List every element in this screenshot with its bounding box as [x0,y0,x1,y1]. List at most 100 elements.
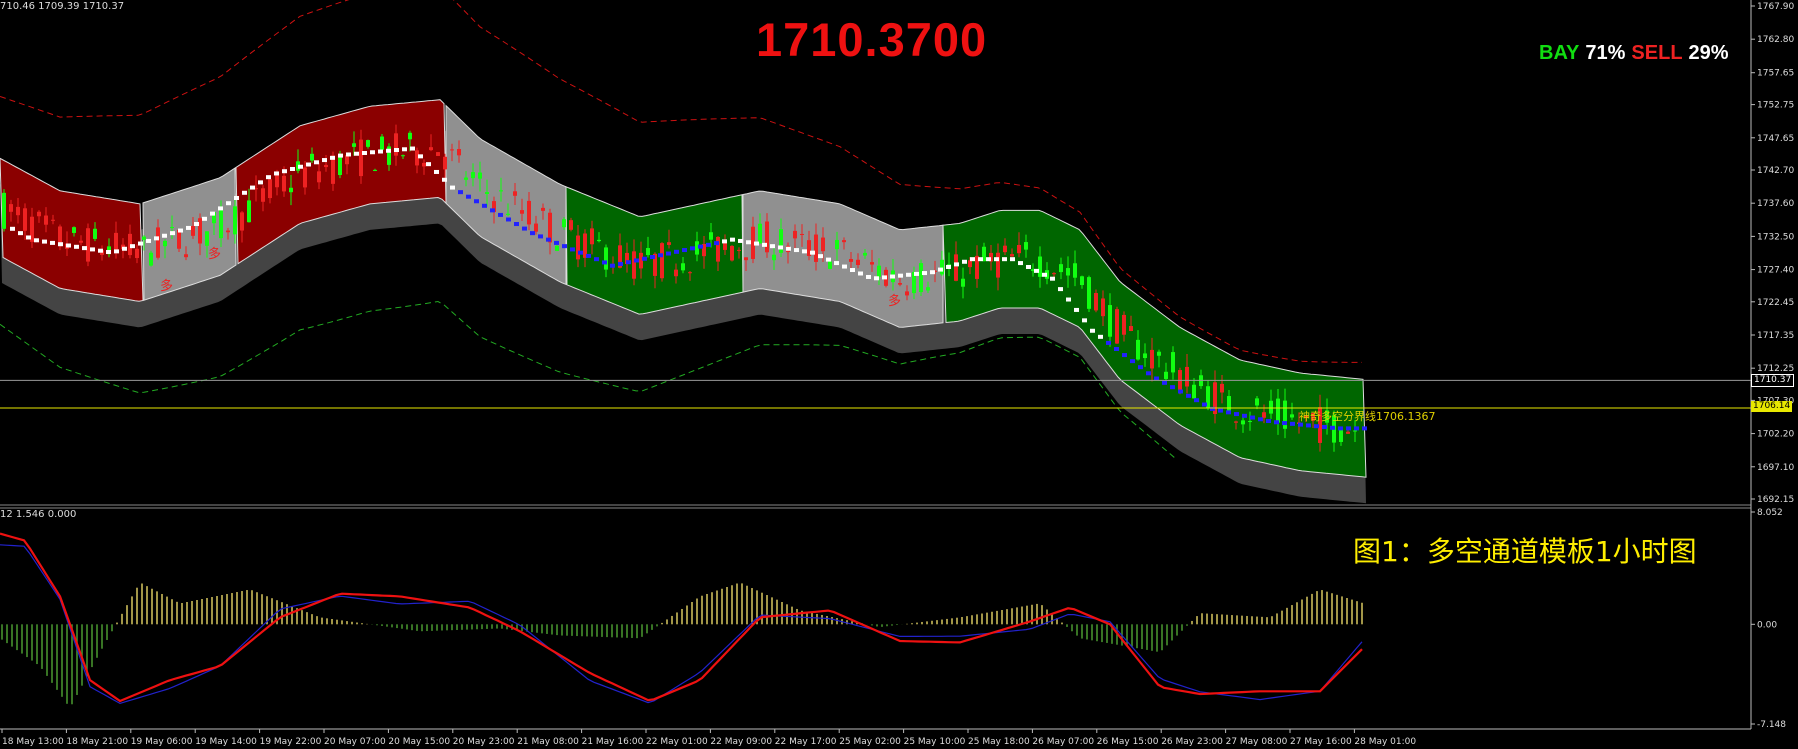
candle-body [366,140,370,147]
trend-dot [138,241,143,246]
trend-dot [906,272,911,277]
trend-dot [586,253,591,258]
candle-body [744,257,748,261]
candle-body [1052,273,1056,275]
trend-dot [722,239,727,244]
trend-dot [986,257,991,262]
trend-dot [1154,376,1159,381]
trend-dot [1362,426,1367,431]
trend-dot [338,153,343,158]
candle-body [856,259,860,266]
trend-dot [178,228,183,233]
time-tick-label: 20 May 15:00 [388,737,450,747]
candle-body [590,228,594,245]
candle-body [765,221,769,253]
trend-dot [770,244,775,249]
candle-body [303,167,307,188]
indicator-tick-label: 8.052 [1757,508,1783,518]
candle-body [1108,305,1112,337]
candle-body [2,192,6,229]
candle-body [562,219,566,228]
candle-body [114,232,118,251]
trend-dot [314,160,319,165]
candle-body [737,249,741,251]
candle-body [247,200,251,223]
candle-body [1234,421,1238,423]
candle-body [142,236,146,240]
price-tick-label: 1737.60 [1757,199,1794,209]
trend-dot [378,149,383,154]
time-tick-label: 18 May 13:00 [2,737,64,747]
candle-body [674,269,678,277]
trend-dot [794,248,799,253]
time-tick-label: 21 May 16:00 [582,737,644,747]
trend-dot [882,275,887,280]
trend-dot [482,203,487,208]
trend-dot [194,222,199,227]
price-tick-label: 1757.65 [1757,69,1794,79]
trend-dot [66,243,71,248]
trend-dot [258,180,263,185]
candle-body [1003,245,1007,253]
time-tick-label: 27 May 16:00 [1290,737,1352,747]
candle-body [1059,264,1063,273]
trend-dot [546,237,551,242]
trend-dot [1162,380,1167,385]
candle-body [555,245,559,251]
time-tick-label: 25 May 02:00 [839,737,901,747]
trend-dot [530,231,535,236]
trend-dot [1018,261,1023,266]
candle-body [1171,352,1175,373]
trend-dot [418,154,423,159]
candle-body [464,177,468,180]
long-signal-marker: 多 [160,278,173,294]
trading-chart[interactable]: 多多多 1767.901762.801757.651752.751747.651… [0,0,1798,749]
trend-dot [650,255,655,260]
candle-body [793,230,797,239]
trend-dot [1202,402,1207,407]
trend-dot [698,244,703,249]
trend-dot [274,171,279,176]
candle-body [1269,400,1273,414]
candle-body [1087,277,1091,309]
trend-dot [1098,334,1103,339]
trend-dot [186,225,191,230]
trend-dot [210,211,215,216]
candle-body [961,278,965,287]
trend-dot [514,222,519,227]
price-tick-label: 1717.35 [1757,331,1794,341]
time-tick-label: 27 May 08:00 [1226,737,1288,747]
price-tick-label: 1752.75 [1757,101,1794,111]
candle-body [9,204,13,212]
candle-body [730,245,734,261]
trend-dot [1186,393,1191,398]
trend-dot [250,185,255,190]
price-tick-label: 1727.40 [1757,266,1794,276]
trend-dot [1306,423,1311,428]
trend-dot [1170,385,1175,390]
trend-dot [858,271,863,276]
trend-dot [1218,408,1223,413]
trend-dot [234,195,239,200]
candle-body [51,219,55,221]
trend-dot [162,233,167,238]
trend-dot [618,261,623,266]
candle-body [842,240,846,243]
candle-body [1150,349,1154,369]
trend-dot [594,257,599,262]
candle-body [401,155,405,157]
trend-dot [1138,365,1143,370]
trend-dot [402,147,407,152]
time-tick-label: 22 May 09:00 [710,737,772,747]
trend-dot [1346,426,1351,431]
price-panel: 多多多 [0,0,1751,509]
candle-body [205,231,209,246]
trend-dot [1250,415,1255,420]
trend-dot [602,260,607,265]
candle-body [849,259,853,262]
candle-body [1339,429,1343,442]
candle-body [863,252,867,256]
trend-dot [610,263,615,268]
candle-body [352,143,356,147]
trend-dot [370,150,375,155]
